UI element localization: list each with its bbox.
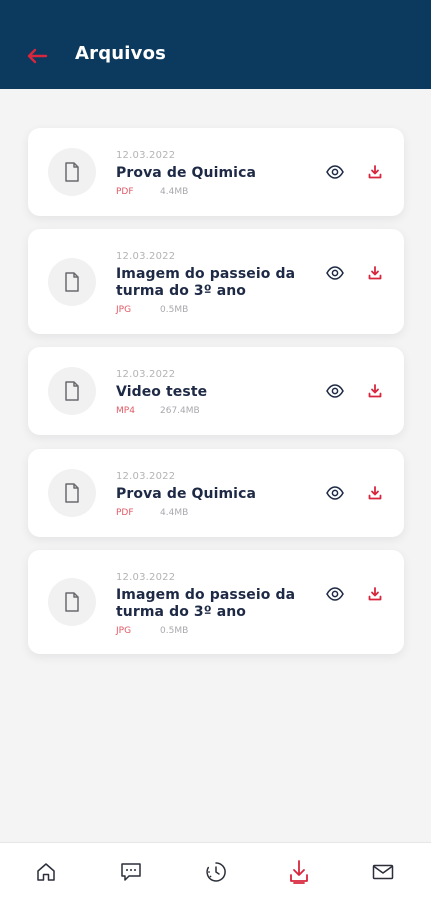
file-name: Prova de Quimica (116, 165, 257, 181)
file-thumbnail (48, 367, 96, 415)
home-icon (37, 863, 55, 881)
eye-icon (326, 266, 344, 280)
file-thumbnail (48, 257, 96, 306)
file-size: 4.4MB (160, 508, 189, 518)
download-button[interactable] (363, 261, 387, 285)
view-button[interactable] (323, 379, 347, 403)
download-button[interactable] (363, 481, 387, 505)
eye-icon (326, 165, 344, 179)
view-button[interactable] (323, 261, 347, 285)
mail-icon (372, 864, 394, 880)
download-icon (368, 384, 382, 398)
file-type: PDF (116, 187, 134, 197)
file-card[interactable]: 12.03.2022 Imagem do passeio da turma do… (28, 550, 404, 654)
file-card[interactable]: 12.03.2022 Imagem do passeio da turma do… (28, 229, 404, 334)
view-button[interactable] (323, 481, 347, 505)
file-name: Imagem do passeio da turma do 3º ano (116, 587, 296, 620)
nav-mail[interactable] (370, 859, 396, 885)
chat-icon (121, 863, 141, 881)
file-date: 12.03.2022 (116, 150, 176, 161)
file-icon (65, 271, 79, 292)
nav-history[interactable] (203, 859, 229, 885)
file-size: 267.4MB (160, 406, 200, 416)
download-button[interactable] (363, 582, 387, 606)
download-icon (368, 486, 382, 500)
file-type: PDF (116, 508, 134, 518)
file-card[interactable]: 12.03.2022 Prova de Quimica PDF 4.4MB (28, 128, 404, 216)
eye-icon (326, 587, 344, 601)
file-size: 0.5MB (160, 305, 189, 315)
download-icon (290, 860, 308, 884)
history-icon (206, 862, 226, 882)
file-card[interactable]: 12.03.2022 Prova de Quimica PDF 4.4MB (28, 449, 404, 537)
file-type: JPG (116, 305, 132, 315)
file-name: Prova de Quimica (116, 486, 257, 502)
file-thumbnail (48, 578, 96, 626)
file-thumbnail (48, 148, 96, 196)
file-icon (65, 381, 79, 401)
file-date: 12.03.2022 (116, 369, 176, 380)
file-date: 12.03.2022 (116, 471, 176, 482)
nav-messages[interactable] (118, 859, 144, 885)
file-thumbnail (48, 469, 96, 517)
file-date: 12.03.2022 (116, 572, 176, 583)
view-button[interactable] (323, 160, 347, 184)
file-icon (65, 483, 79, 503)
file-date: 12.03.2022 (116, 251, 176, 262)
file-type: JPG (116, 626, 132, 636)
file-icon (65, 592, 79, 612)
back-button[interactable] (22, 42, 52, 70)
nav-downloads[interactable] (286, 859, 312, 885)
view-button[interactable] (323, 582, 347, 606)
eye-icon (326, 486, 344, 500)
download-button[interactable] (363, 160, 387, 184)
file-card[interactable]: 12.03.2022 Video teste MP4 267.4MB (28, 347, 404, 435)
file-icon (65, 162, 79, 182)
download-icon (368, 266, 382, 280)
file-name: Video teste (116, 384, 208, 400)
arrow-left-icon (27, 48, 48, 64)
file-size: 0.5MB (160, 626, 189, 636)
eye-icon (326, 384, 344, 398)
file-type: MP4 (116, 406, 135, 416)
download-button[interactable] (363, 379, 387, 403)
file-name: Imagem do passeio da turma do 3º ano (116, 266, 296, 299)
app-header: Arquivos (0, 0, 431, 89)
page-title: Arquivos (75, 43, 167, 64)
download-icon (368, 587, 382, 601)
file-size: 4.4MB (160, 187, 189, 197)
nav-home[interactable] (33, 859, 59, 885)
download-icon (368, 165, 382, 179)
bottom-nav (0, 842, 431, 900)
